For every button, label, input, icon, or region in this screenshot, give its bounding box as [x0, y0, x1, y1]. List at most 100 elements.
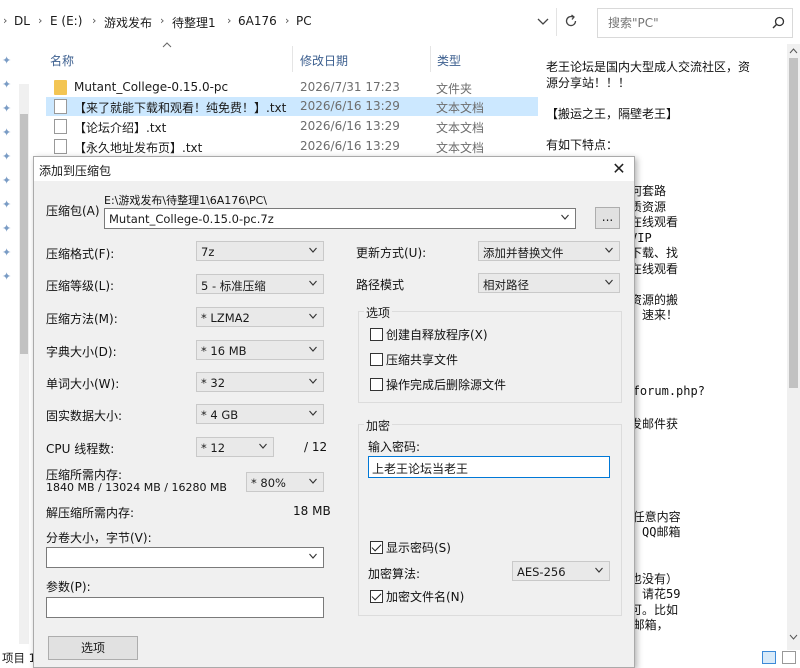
- word-size-value: * 32: [201, 376, 226, 390]
- browse-button[interactable]: ...: [595, 207, 620, 229]
- delete-after-checkbox[interactable]: [370, 378, 383, 391]
- update-mode-combo[interactable]: 添加并替换文件: [478, 241, 620, 261]
- chevron-down-icon[interactable]: [605, 278, 613, 286]
- chevron-down-icon[interactable]: [561, 213, 569, 221]
- archive-label: 压缩包(A): [46, 204, 100, 218]
- method-value: * LZMA2: [201, 311, 250, 325]
- password-label: 输入密码:: [368, 440, 421, 454]
- file-row[interactable]: 【论坛介绍】.txt 2026/6/16 13:29 文本文档: [46, 117, 538, 136]
- word-size-combo[interactable]: * 32: [196, 372, 324, 392]
- chevron-down-icon[interactable]: [309, 312, 317, 320]
- breadcrumb-separator-icon: ›: [285, 14, 290, 27]
- archive-name-value: Mutant_College-0.15.0-pc.7z: [109, 212, 274, 226]
- file-name: 【永久地址发布页】.txt: [74, 141, 203, 155]
- large-icons-view-icon[interactable]: [782, 651, 796, 664]
- level-label: 压缩等级(L):: [46, 279, 115, 293]
- refresh-icon[interactable]: [564, 14, 578, 28]
- threads-max: / 12: [304, 440, 328, 454]
- split-size-label: 分卷大小，字节(V):: [46, 531, 152, 545]
- options-button[interactable]: 选项: [48, 636, 138, 660]
- solid-size-label: 固实数据大小:: [46, 409, 123, 423]
- chevron-down-icon[interactable]: [309, 246, 317, 254]
- breadcrumb-item[interactable]: 游戏发布: [104, 14, 152, 31]
- preview-scrollbar[interactable]: [787, 44, 800, 650]
- chevron-down-icon[interactable]: [309, 279, 317, 287]
- nav-scrollbar-thumb[interactable]: [20, 114, 28, 354]
- file-name: Mutant_College-0.15.0-pc: [74, 80, 229, 94]
- solid-size-combo[interactable]: * 4 GB: [196, 404, 324, 424]
- file-row[interactable]: 【永久地址发布页】.txt 2026/6/16 13:29 文本文档: [46, 137, 538, 156]
- breadcrumb-item[interactable]: PC: [296, 14, 312, 28]
- solid-size-value: * 4 GB: [201, 408, 239, 422]
- split-size-combo[interactable]: [46, 547, 324, 568]
- path-mode-combo[interactable]: 相对路径: [478, 273, 620, 293]
- file-row[interactable]: Mutant_College-0.15.0-pc 2026/7/31 17:23…: [46, 78, 538, 97]
- word-size-label: 单词大小(W):: [46, 377, 120, 391]
- column-header-name[interactable]: 名称: [50, 52, 74, 69]
- method-combo[interactable]: * LZMA2: [196, 307, 324, 327]
- file-type: 文本文档: [436, 101, 485, 115]
- item-count: 项目 1: [2, 651, 36, 665]
- format-combo[interactable]: 7z: [196, 241, 324, 261]
- address-bar: › DL › E (E:) › 游戏发布 › 待整理1 › 6A176 › PC: [0, 0, 800, 44]
- pin-icon: ✦: [2, 198, 12, 211]
- search-icon[interactable]: [772, 16, 785, 29]
- breadcrumb-separator-icon: ›: [38, 14, 43, 27]
- level-combo[interactable]: 5 - 标准压缩: [196, 274, 324, 294]
- breadcrumb-item[interactable]: E (E:): [50, 14, 82, 28]
- chevron-down-icon[interactable]: [537, 17, 549, 27]
- pin-icon: ✦: [2, 246, 12, 259]
- file-date: 2026/7/31 17:23: [300, 80, 400, 94]
- threads-label: CPU 线程数:: [46, 442, 115, 456]
- add-to-archive-dialog: 添加到压缩包 ✕ 压缩包(A) E:\游戏发布\待整理1\6A176\PC\ M…: [33, 156, 635, 668]
- scrollbar-thumb[interactable]: [789, 58, 798, 388]
- dictionary-value: * 16 MB: [201, 344, 247, 358]
- search-input[interactable]: [606, 15, 760, 31]
- pin-icon: ✦: [2, 270, 12, 283]
- pin-icon: ✦: [2, 78, 12, 91]
- chevron-down-icon[interactable]: [309, 552, 317, 560]
- breadcrumb-item[interactable]: 待整理1: [172, 14, 216, 31]
- pin-icon: ✦: [2, 222, 12, 235]
- column-header-date[interactable]: 修改日期: [300, 52, 348, 69]
- chevron-down-icon[interactable]: [595, 566, 603, 574]
- file-row[interactable]: 【来了就能下载和观看！纯免费！】.txt 2026/6/16 13:29 文本文…: [46, 97, 538, 116]
- close-icon[interactable]: ✕: [606, 158, 632, 180]
- details-view-icon[interactable]: [762, 651, 776, 664]
- format-value: 7z: [201, 245, 215, 259]
- chevron-down-icon[interactable]: [309, 477, 317, 485]
- encrypt-filenames-label: 加密文件名(N): [386, 590, 465, 604]
- dialog-title-bar: 添加到压缩包 ✕: [34, 157, 634, 181]
- dictionary-combo[interactable]: * 16 MB: [196, 340, 324, 360]
- folder-icon: [54, 80, 67, 95]
- column-divider: [292, 46, 293, 72]
- threads-combo[interactable]: * 12: [196, 437, 274, 457]
- chevron-down-icon[interactable]: [309, 377, 317, 385]
- sfx-checkbox[interactable]: [370, 328, 383, 341]
- chevron-down-icon[interactable]: [309, 345, 317, 353]
- show-password-label: 显示密码(S): [386, 541, 451, 555]
- breadcrumb-item[interactable]: 6A176: [238, 14, 277, 28]
- chevron-down-icon[interactable]: [605, 246, 613, 254]
- file-type: 文件夹: [436, 82, 473, 96]
- chevron-down-icon[interactable]: [309, 409, 317, 417]
- password-input[interactable]: 上老王论坛当老王: [368, 456, 610, 478]
- encrypt-filenames-checkbox[interactable]: [370, 590, 383, 603]
- encryption-method-combo[interactable]: AES-256: [512, 561, 610, 581]
- pin-icon: ✦: [2, 54, 12, 67]
- memory-percent-combo[interactable]: * 80%: [246, 472, 324, 492]
- memory-value: 1840 MB / 13024 MB / 16280 MB: [46, 481, 227, 494]
- archive-name-combo[interactable]: Mutant_College-0.15.0-pc.7z: [104, 208, 576, 229]
- show-password-checkbox[interactable]: [370, 541, 383, 554]
- scroll-up-icon[interactable]: [789, 48, 798, 54]
- breadcrumb-item[interactable]: DL: [14, 14, 30, 28]
- search-box[interactable]: [597, 8, 793, 38]
- encryption-group-title: 加密: [364, 417, 393, 434]
- shared-files-checkbox[interactable]: [370, 353, 383, 366]
- chevron-down-icon[interactable]: [259, 442, 267, 450]
- file-name: 【论坛介绍】.txt: [74, 121, 167, 135]
- column-header-type[interactable]: 类型: [437, 52, 461, 69]
- file-name: 【来了就能下载和观看！纯免费！】.txt: [74, 101, 287, 115]
- parameters-input[interactable]: [46, 597, 324, 618]
- scroll-down-icon[interactable]: [789, 634, 798, 640]
